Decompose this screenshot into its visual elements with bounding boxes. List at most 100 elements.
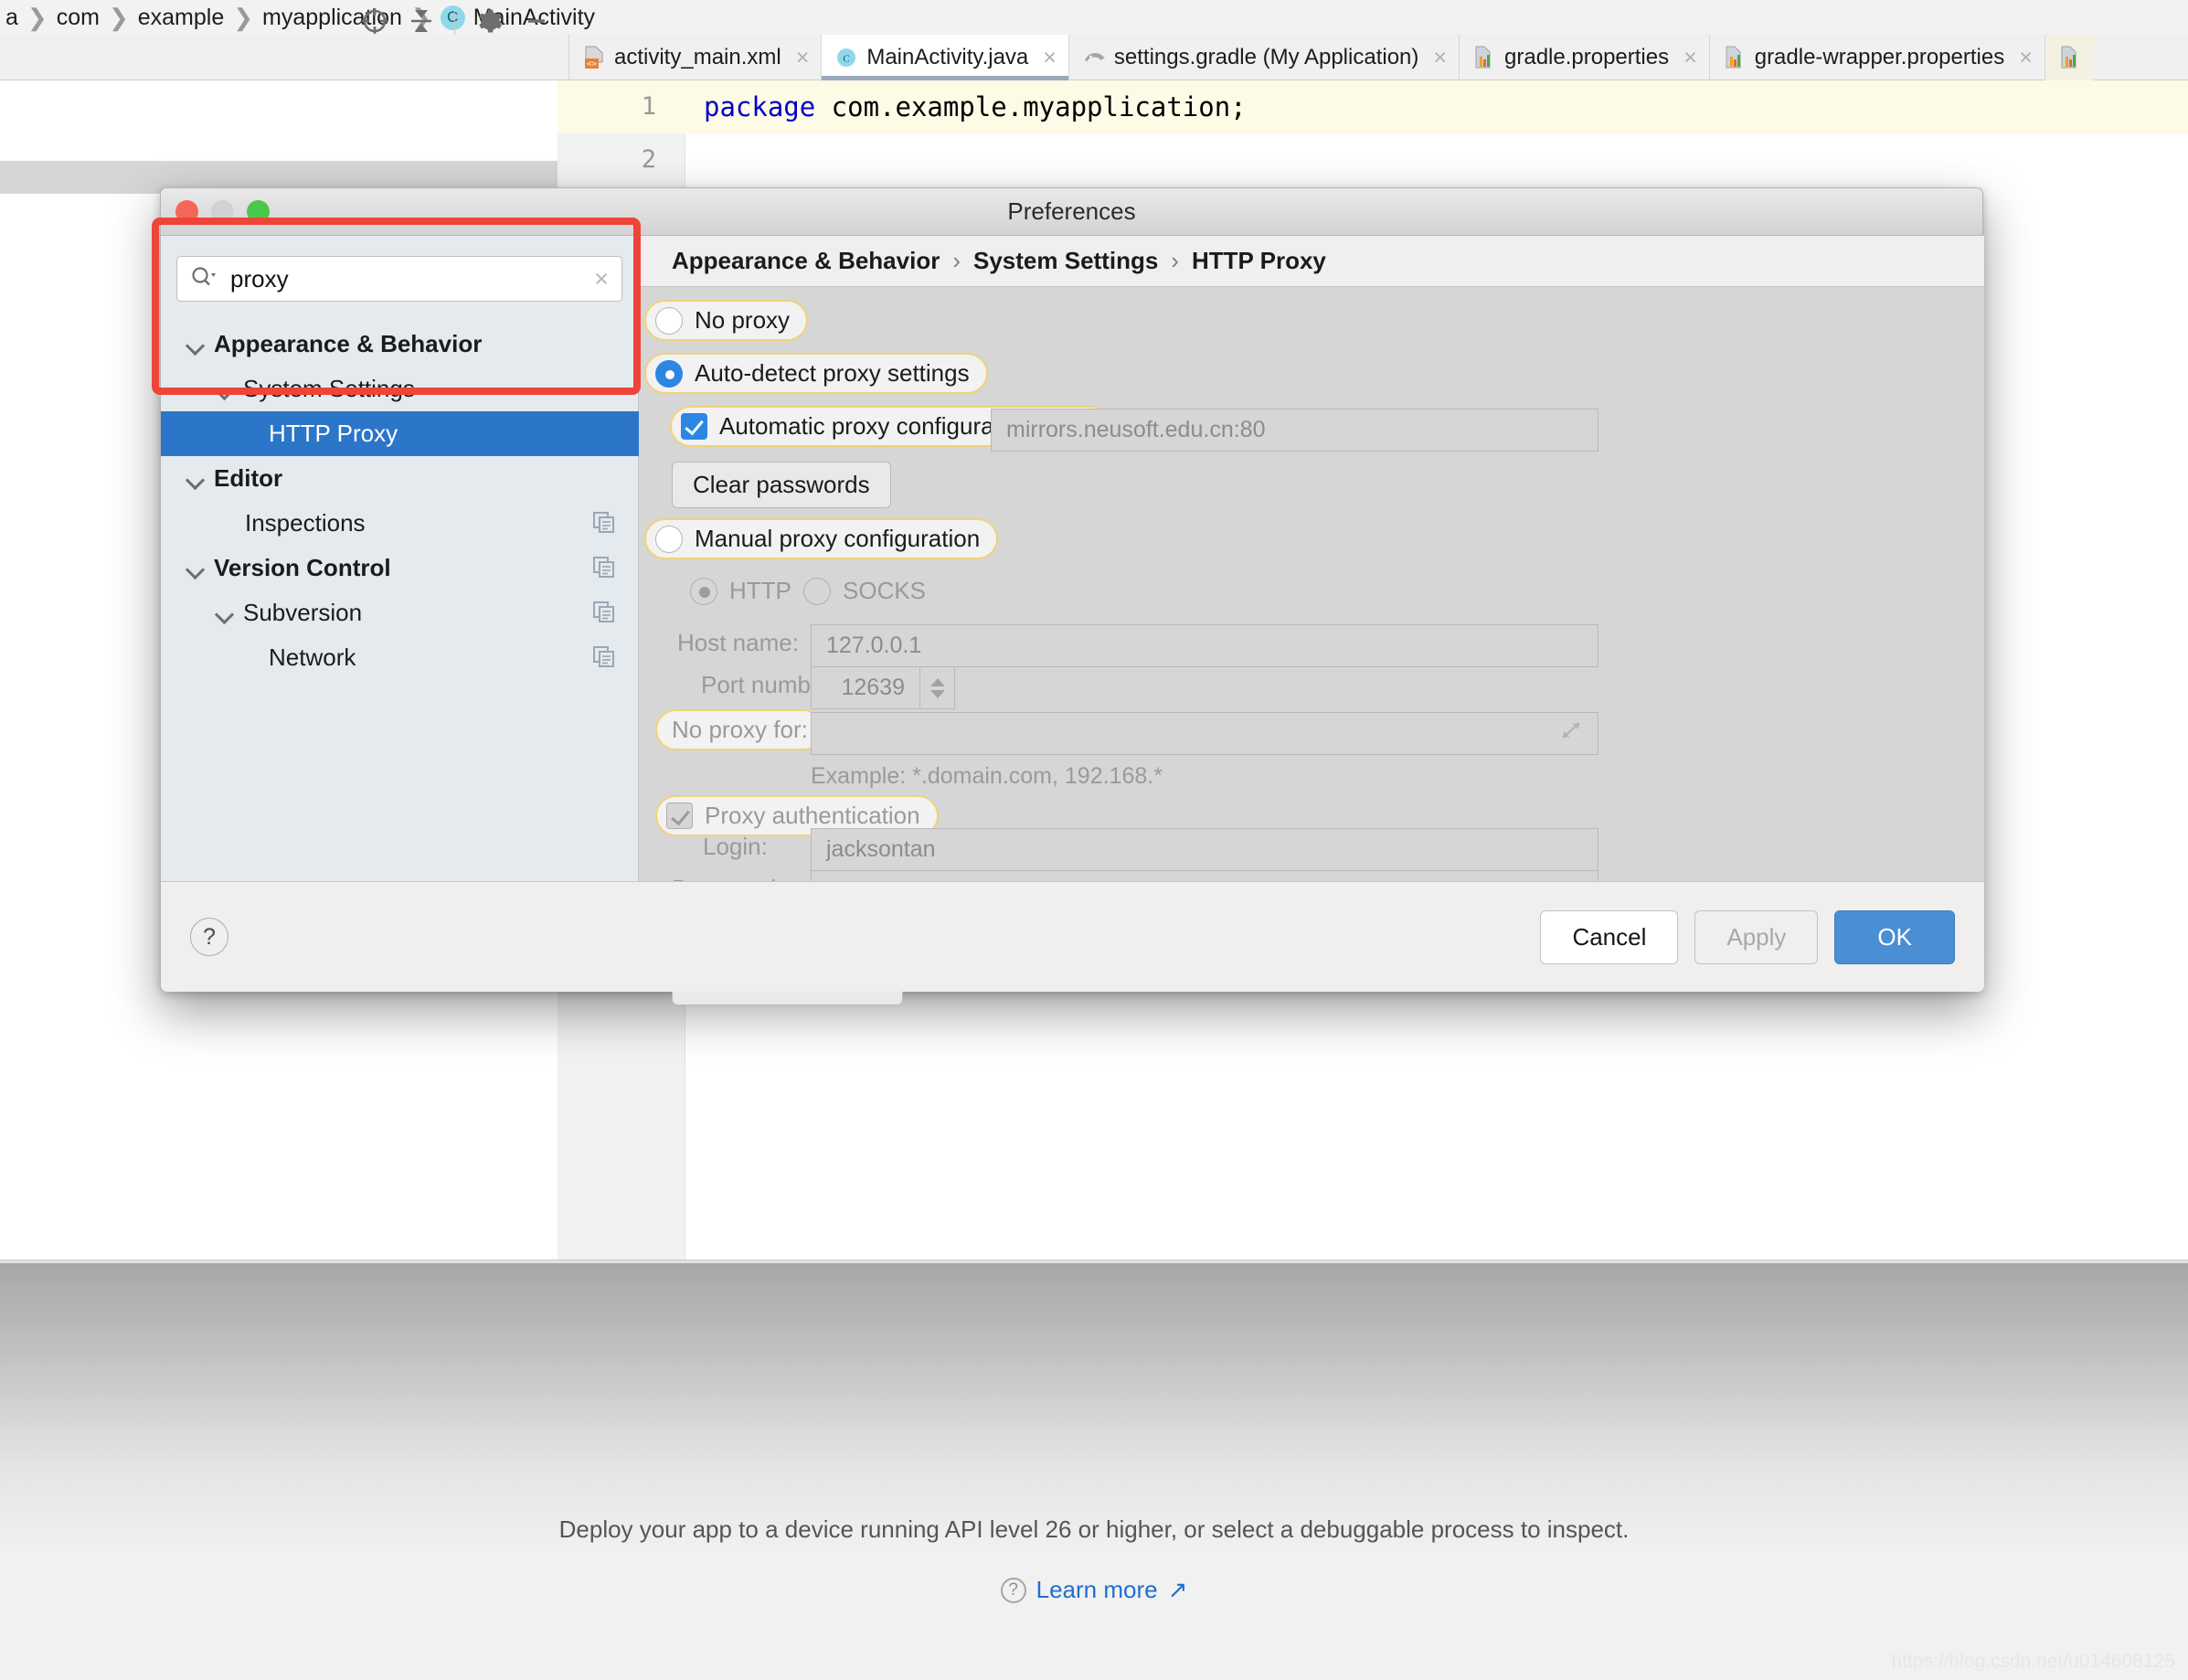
chevron-right-icon: ❯	[27, 3, 48, 31]
chevron-down-icon[interactable]	[185, 468, 207, 490]
clear-passwords-button[interactable]: Clear passwords	[672, 462, 891, 508]
settings-tree: Appearance & Behavior System Settings HT…	[161, 322, 639, 680]
no-proxy-label: No proxy	[695, 306, 791, 334]
sidebar-item-label: Network	[269, 643, 356, 671]
sidebar-item-subversion[interactable]: Subversion	[161, 590, 639, 635]
port-number-stepper[interactable]: 12639	[811, 666, 955, 709]
host-name-label: Host name:	[677, 629, 799, 656]
clear-icon[interactable]: ×	[594, 265, 609, 293]
auto-detect-option-row[interactable]: Auto-detect proxy settings	[644, 353, 988, 394]
minimize-button[interactable]	[211, 200, 234, 223]
cancel-button[interactable]: Cancel	[1540, 909, 1679, 964]
gradle-icon	[1083, 46, 1106, 69]
zoom-button[interactable]	[247, 200, 270, 223]
close-icon[interactable]: ×	[2019, 45, 2033, 71]
apply-button[interactable]: Apply	[1694, 909, 1819, 964]
auto-detect-radio[interactable]	[655, 359, 683, 388]
socks-protocol-row[interactable]: SOCKS	[803, 577, 926, 605]
gear-icon[interactable]	[475, 7, 503, 39]
search-input[interactable]: proxy	[230, 265, 594, 293]
manual-proxy-option-row[interactable]: Manual proxy configuration	[644, 518, 999, 559]
sidebar-item-label: HTTP Proxy	[269, 420, 398, 447]
sidebar-item-system-settings[interactable]: System Settings	[161, 367, 639, 411]
help-button[interactable]: ?	[190, 918, 228, 956]
sidebar-item-inspections[interactable]: Inspections	[161, 501, 639, 546]
port-number-input[interactable]: 12639	[811, 666, 920, 709]
login-input[interactable]: jacksontan	[811, 828, 1599, 871]
chevron-down-icon[interactable]	[214, 378, 236, 400]
sidebar-item-editor[interactable]: Editor	[161, 456, 639, 501]
learn-more-link[interactable]: Learn more	[1036, 1576, 1158, 1604]
collapse-icon[interactable]	[409, 7, 434, 39]
no-proxy-example-hint: Example: *.domain.com, 192.168.*	[811, 763, 1163, 789]
target-icon[interactable]	[361, 7, 388, 39]
xml-layout-icon: <>	[583, 46, 606, 69]
login-label: Login:	[703, 833, 768, 860]
expand-icon[interactable]	[1559, 719, 1583, 748]
toolbar-divider	[454, 11, 455, 35]
dialog-body: proxy × Appearance & Behavior System Set…	[161, 236, 1984, 1005]
search-highlight: Auto-detect proxy settings	[644, 353, 988, 394]
layout-inspector-pane	[0, 1263, 2188, 1680]
sidebar-item-label: Appearance & Behavior	[214, 330, 483, 357]
chevron-down-icon[interactable]	[185, 558, 207, 579]
close-icon[interactable]: ×	[1433, 45, 1447, 71]
breadcrumb-item-com[interactable]: com	[57, 5, 100, 31]
no-proxy-for-row: No proxy for:	[655, 709, 824, 750]
breadcrumb-item-example[interactable]: example	[138, 5, 225, 31]
svg-text:<>: <>	[587, 60, 597, 69]
auto-pac-url-input[interactable]: mirrors.neusoft.edu.cn:80	[991, 409, 1599, 452]
close-icon[interactable]: ×	[1043, 45, 1057, 71]
deploy-message: Deploy your app to a device running API …	[558, 1515, 1630, 1543]
http-protocol-row[interactable]: HTTP	[690, 577, 791, 605]
tab-gradle-wrapper-properties[interactable]: gradle-wrapper.properties ×	[1708, 35, 2045, 80]
ok-button[interactable]: OK	[1834, 909, 1955, 964]
sidebar-item-version-control[interactable]: Version Control	[161, 546, 639, 590]
breadcrumb-item-a[interactable]: a	[5, 5, 18, 31]
settings-detail-pane: Appearance & Behavior › System Settings …	[639, 236, 1984, 1005]
dialog-title: Preferences	[1007, 197, 1136, 225]
learn-more-row[interactable]: ? Learn more ↗	[0, 1576, 2188, 1604]
spinner-up-icon[interactable]	[929, 677, 945, 686]
tab-activity-main-xml[interactable]: <> activity_main.xml ×	[568, 35, 821, 80]
chevron-down-icon[interactable]	[185, 334, 207, 356]
dialog-action-buttons: Cancel Apply OK	[1540, 909, 1955, 964]
tab-overflow[interactable]	[2044, 35, 2094, 80]
copy-icon[interactable]	[593, 601, 615, 623]
no-proxy-option-row[interactable]: No proxy	[644, 300, 809, 341]
breadcrumb-appearance[interactable]: Appearance & Behavior	[672, 247, 940, 275]
manual-proxy-radio[interactable]	[655, 525, 683, 553]
no-proxy-for-input[interactable]	[811, 712, 1599, 755]
settings-breadcrumb: Appearance & Behavior › System Settings …	[639, 236, 1984, 287]
search-box[interactable]: proxy ×	[176, 256, 622, 302]
spinner-down-icon[interactable]	[929, 689, 945, 698]
help-icon: ?	[1000, 1577, 1026, 1603]
chevron-down-icon[interactable]	[214, 602, 236, 624]
close-button[interactable]	[175, 200, 198, 223]
no-proxy-radio[interactable]	[655, 306, 683, 335]
breadcrumb-system-settings[interactable]: System Settings	[973, 247, 1158, 275]
close-icon[interactable]: ×	[796, 45, 810, 71]
host-name-input[interactable]: 127.0.0.1	[811, 624, 1599, 667]
sidebar-item-network[interactable]: Network	[161, 635, 639, 680]
tab-settings-gradle[interactable]: settings.gradle (My Application) ×	[1067, 35, 1459, 80]
sidebar-item-http-proxy[interactable]: HTTP Proxy	[161, 411, 639, 456]
copy-icon[interactable]	[593, 646, 615, 668]
no-proxy-for-label: No proxy for:	[672, 716, 808, 743]
auto-detect-label: Auto-detect proxy settings	[695, 359, 970, 387]
copy-icon[interactable]	[593, 512, 615, 534]
http-label: HTTP	[729, 577, 791, 604]
close-icon[interactable]: ×	[1683, 45, 1697, 71]
auto-pac-checkbox[interactable]	[681, 413, 707, 440]
proxy-authentication-checkbox[interactable]	[666, 803, 693, 829]
minimize-icon[interactable]	[523, 7, 550, 39]
tab-mainactivity-java[interactable]: C MainActivity.java ×	[821, 35, 1068, 80]
sidebar-item-appearance-behavior[interactable]: Appearance & Behavior	[161, 322, 639, 367]
tab-gradle-properties[interactable]: gradle.properties ×	[1459, 35, 1709, 80]
external-link-icon: ↗	[1167, 1576, 1188, 1603]
http-radio[interactable]	[690, 577, 717, 605]
svg-text:C: C	[844, 54, 850, 65]
socks-radio[interactable]	[803, 577, 831, 605]
port-spinner-arrows[interactable]	[920, 666, 955, 709]
copy-icon[interactable]	[593, 557, 615, 579]
